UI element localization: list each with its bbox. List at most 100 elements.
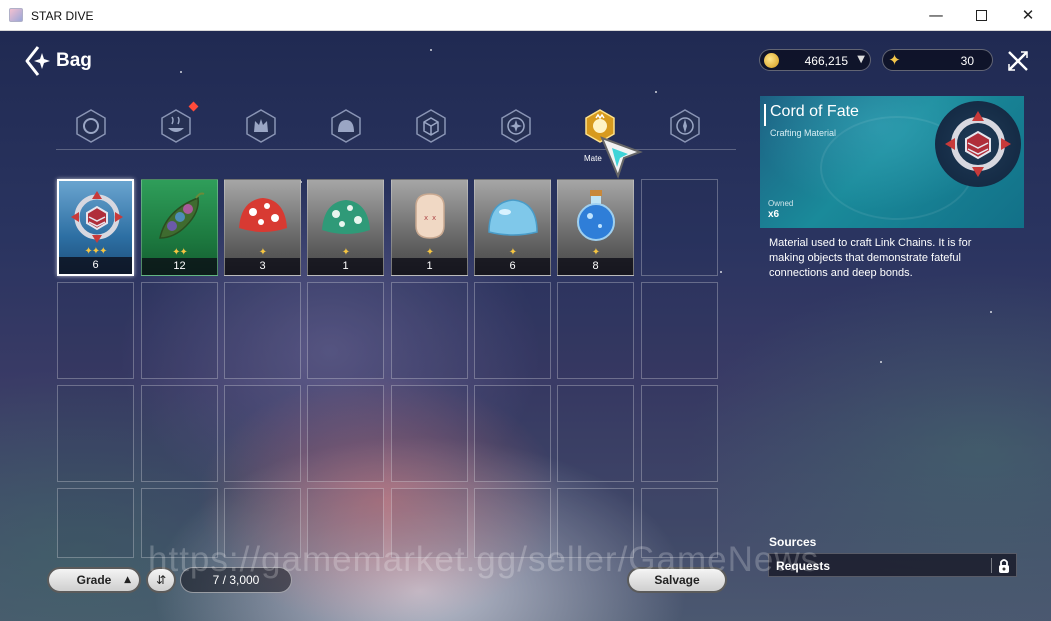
empty-slot[interactable]: [224, 385, 301, 482]
gold-currency-display[interactable]: 466,215 ▼: [759, 49, 871, 71]
background-star: [430, 49, 432, 51]
item-quantity: 6: [92, 259, 99, 271]
item-cord-of-fate[interactable]: ✦✦✦ 6: [57, 179, 134, 276]
background-star: [180, 71, 182, 73]
star-icon: ✦: [888, 52, 901, 69]
item-grade-stars: ✦: [508, 247, 517, 258]
item-quantity: 1: [426, 260, 433, 272]
pet-tab-icon: [76, 109, 106, 143]
star-currency-display[interactable]: ✦ 30: [882, 49, 993, 71]
crossed-swords-close-icon[interactable]: [1006, 49, 1030, 73]
chevron-down-icon[interactable]: ▼: [857, 54, 865, 65]
item-grade-stars: ✦: [425, 247, 434, 258]
back-arrow-icon[interactable]: [24, 45, 52, 77]
page-title: Bag: [56, 50, 92, 71]
empty-slot[interactable]: [307, 385, 384, 482]
slime-tab-icon: [331, 109, 361, 143]
tab-compass[interactable]: [667, 108, 703, 144]
item-quantity: 12: [173, 260, 186, 272]
item-grade-stars: ✦: [341, 247, 350, 258]
maximize-button[interactable]: [959, 0, 1005, 31]
item-red-mushroom[interactable]: ✦ 3: [224, 179, 301, 276]
item-detail-emblem: [935, 101, 1021, 187]
tab-pets[interactable]: [73, 108, 109, 144]
cord-of-fate-icon: [71, 191, 123, 243]
owned-label: Owned: [768, 199, 794, 208]
tab-food[interactable]: [158, 108, 194, 144]
item-quantity: 8: [592, 260, 599, 272]
maximize-icon: [976, 10, 987, 21]
tab-slimes[interactable]: [328, 108, 364, 144]
window-title: STAR DIVE: [31, 9, 94, 23]
item-green-mushroom[interactable]: ✦ 1: [307, 179, 384, 276]
empty-slot[interactable]: [474, 282, 551, 379]
sort-up-icon: ▲: [124, 575, 131, 585]
grade-sort-button[interactable]: Grade ▲: [47, 567, 141, 593]
title-accent-bar: [764, 104, 766, 126]
red-mushroom-icon: [239, 198, 287, 232]
item-mandrake-root[interactable]: x x ✦ 1: [391, 179, 468, 276]
game-screen: Bag 466,215 ▼ ✦ 30 Mate ✦✦✦ 6 ✦✦ 12 ✦ 3 …: [0, 31, 1051, 621]
window-titlebar: STAR DIVE — ✕: [0, 0, 1051, 31]
item-footer: ✦ 1: [392, 247, 467, 275]
background-star: [990, 311, 992, 313]
minimize-button[interactable]: —: [913, 0, 959, 31]
app-icon: [9, 8, 23, 22]
empty-slot[interactable]: [641, 282, 718, 379]
potion-icon: [577, 190, 615, 241]
empty-slot[interactable]: [557, 282, 634, 379]
divider: [991, 558, 992, 573]
item-detail-card: Cord of Fate Crafting Material Owned x6: [760, 96, 1024, 228]
lock-icon: [999, 559, 1009, 573]
compass-tab-icon: [670, 109, 700, 143]
background-star: [655, 91, 657, 93]
empty-slot[interactable]: [307, 282, 384, 379]
empty-slot[interactable]: [57, 488, 134, 558]
empty-slot[interactable]: [474, 385, 551, 482]
empty-slot[interactable]: [557, 385, 634, 482]
gold-amount: 466,215: [804, 54, 848, 68]
empty-slot[interactable]: [391, 385, 468, 482]
mandrake-icon: x x: [415, 193, 445, 239]
item-grade-stars: ✦✦✦: [84, 246, 107, 257]
item-quantity: 1: [342, 260, 349, 272]
empty-slot[interactable]: [57, 385, 134, 482]
owned-count: x6: [768, 209, 780, 220]
close-window-button[interactable]: ✕: [1005, 0, 1051, 31]
star-tab-icon: [501, 109, 531, 143]
empty-slot[interactable]: [141, 282, 218, 379]
item-detail-name: Cord of Fate: [770, 103, 859, 120]
game-cursor-icon: [600, 136, 643, 179]
item-quantity: 3: [259, 260, 266, 272]
item-footer: ✦✦ 12: [142, 247, 217, 275]
item-blue-potion[interactable]: ✦ 8: [557, 179, 634, 276]
item-footer: ✦ 3: [225, 247, 300, 275]
empty-slot[interactable]: [224, 282, 301, 379]
empty-slot[interactable]: [641, 179, 718, 276]
tab-boxes[interactable]: [413, 108, 449, 144]
cord-of-fate-icon: [945, 111, 1011, 177]
pea-pod-icon: [159, 192, 205, 239]
item-footer: ✦ 8: [558, 247, 633, 275]
item-footer: ✦ 6: [475, 247, 550, 275]
box-tab-icon: [416, 109, 446, 143]
tab-monsters[interactable]: [243, 108, 279, 144]
tab-stars[interactable]: [498, 108, 534, 144]
item-detail-type: Crafting Material: [770, 128, 837, 138]
grade-label: Grade: [76, 573, 112, 587]
item-description: Material used to craft Link Chains. It i…: [769, 237, 972, 279]
item-quantity: 6: [509, 260, 516, 272]
item-grade-stars: ✦: [591, 247, 600, 258]
slime-jelly-icon: [488, 199, 538, 236]
empty-slot[interactable]: [641, 385, 718, 482]
item-rainbow-pea-pod[interactable]: ✦✦ 12: [141, 179, 218, 276]
watermark-text: https://gamemarket.gg/seller/GameNews: [148, 540, 820, 579]
empty-slot[interactable]: [57, 282, 134, 379]
item-grade-stars: ✦✦: [172, 247, 188, 258]
svg-text:x: x: [432, 214, 436, 222]
star-amount: 30: [960, 54, 974, 68]
empty-slot[interactable]: [391, 282, 468, 379]
item-blue-slime-jelly[interactable]: ✦ 6: [474, 179, 551, 276]
empty-slot[interactable]: [141, 385, 218, 482]
item-footer: ✦ 1: [308, 247, 383, 275]
